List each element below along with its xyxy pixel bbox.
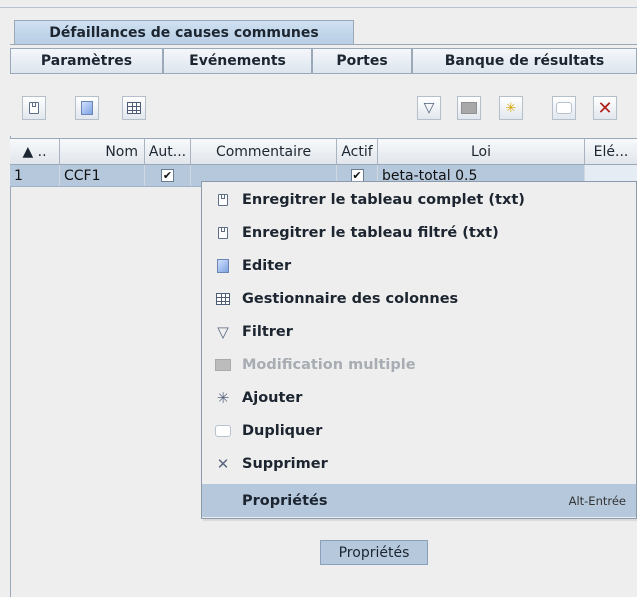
menu-item-label: Enregitrer le tableau filtré (txt) <box>242 224 499 241</box>
save-icon <box>218 193 228 206</box>
column-header-actif[interactable]: Actif <box>337 139 378 164</box>
table-header: ▲ .. Nom Aut... Commentaire Actif Loi El… <box>10 138 637 165</box>
menu-item-duplicate[interactable]: Dupliquer <box>202 414 636 447</box>
multi-edit-button[interactable] <box>457 96 481 120</box>
column-header-commentaire[interactable]: Commentaire <box>191 139 337 164</box>
cell-aut[interactable]: ✔ <box>145 165 191 186</box>
tab-evenements[interactable]: Evénements <box>163 48 312 73</box>
row-index: 1 <box>10 165 60 186</box>
menu-item-columns[interactable]: Gestionnaire des colonnes <box>202 282 636 315</box>
tab-divider <box>10 44 637 45</box>
filter-icon: ▽ <box>217 322 229 341</box>
context-menu: Enregitrer le tableau complet (txt) Enre… <box>201 181 637 519</box>
properties-button[interactable]: Propriétés <box>320 540 428 565</box>
save-button[interactable] <box>22 96 46 120</box>
edit-icon <box>81 101 93 115</box>
tab-banque-resultats[interactable]: Banque de résultats <box>412 48 637 73</box>
tab-portes[interactable]: Portes <box>312 48 412 73</box>
cell-nom[interactable]: CCF1 <box>60 165 145 186</box>
aut-checkbox[interactable]: ✔ <box>161 169 174 182</box>
column-header-nom[interactable]: Nom <box>60 139 145 164</box>
filter-icon: ▽ <box>423 100 435 116</box>
delete-icon: ✕ <box>216 454 230 473</box>
duplicate-button[interactable] <box>552 96 576 120</box>
filter-button[interactable]: ▽ <box>417 96 441 120</box>
menu-item-properties[interactable]: Propriétés Alt-Entrée <box>202 484 636 517</box>
column-header-aut[interactable]: Aut... <box>145 139 191 164</box>
delete-button[interactable]: ✕ <box>593 96 617 120</box>
column-header-loi[interactable]: Loi <box>378 139 585 164</box>
edit-icon <box>217 258 229 273</box>
menu-item-label: Enregitrer le tableau complet (txt) <box>242 191 525 208</box>
window-top-border <box>0 0 637 8</box>
menu-item-label: Editer <box>242 257 292 274</box>
menu-item-save-filtered[interactable]: Enregitrer le tableau filtré (txt) <box>202 216 636 249</box>
menu-item-label: Modification multiple <box>242 356 416 373</box>
menu-item-label: Gestionnaire des colonnes <box>242 290 459 307</box>
add-icon: ✳ <box>216 388 230 407</box>
duplicate-icon <box>215 424 231 437</box>
duplicate-icon <box>556 102 572 114</box>
menu-item-edit[interactable]: Editer <box>202 249 636 282</box>
menu-item-add[interactable]: ✳ Ajouter <box>202 381 636 414</box>
columns-icon <box>216 292 230 305</box>
menu-item-label: Ajouter <box>242 389 303 406</box>
menu-item-label: Filtrer <box>242 323 293 340</box>
menu-item-label: Propriétés <box>242 492 328 509</box>
menu-item-filter[interactable]: ▽ Filtrer <box>202 315 636 348</box>
column-header-element[interactable]: Elé... <box>585 139 637 164</box>
multi-edit-icon <box>461 102 477 114</box>
edit-button[interactable] <box>75 96 99 120</box>
save-icon <box>218 226 228 239</box>
columns-icon <box>127 102 141 114</box>
delete-icon: ✕ <box>597 97 613 119</box>
multi-edit-icon <box>215 358 231 371</box>
menu-item-delete[interactable]: ✕ Supprimer <box>202 447 636 480</box>
add-icon: ✳ <box>505 100 517 116</box>
tab-parametres[interactable]: Paramètres <box>10 48 163 73</box>
menu-item-label: Dupliquer <box>242 422 323 439</box>
menu-item-save-full[interactable]: Enregitrer le tableau complet (txt) <box>202 183 636 216</box>
menu-item-shortcut: Alt-Entrée <box>568 493 626 508</box>
column-header-sort[interactable]: ▲ .. <box>10 139 60 164</box>
tab-ccf[interactable]: Défaillances de causes communes <box>14 20 354 45</box>
tab-row-baseline <box>10 73 637 74</box>
columns-button[interactable] <box>122 96 146 120</box>
add-button[interactable]: ✳ <box>499 96 523 120</box>
menu-item-multi-edit: Modification multiple <box>202 348 636 381</box>
menu-item-label: Supprimer <box>242 455 328 472</box>
save-icon <box>29 102 39 114</box>
